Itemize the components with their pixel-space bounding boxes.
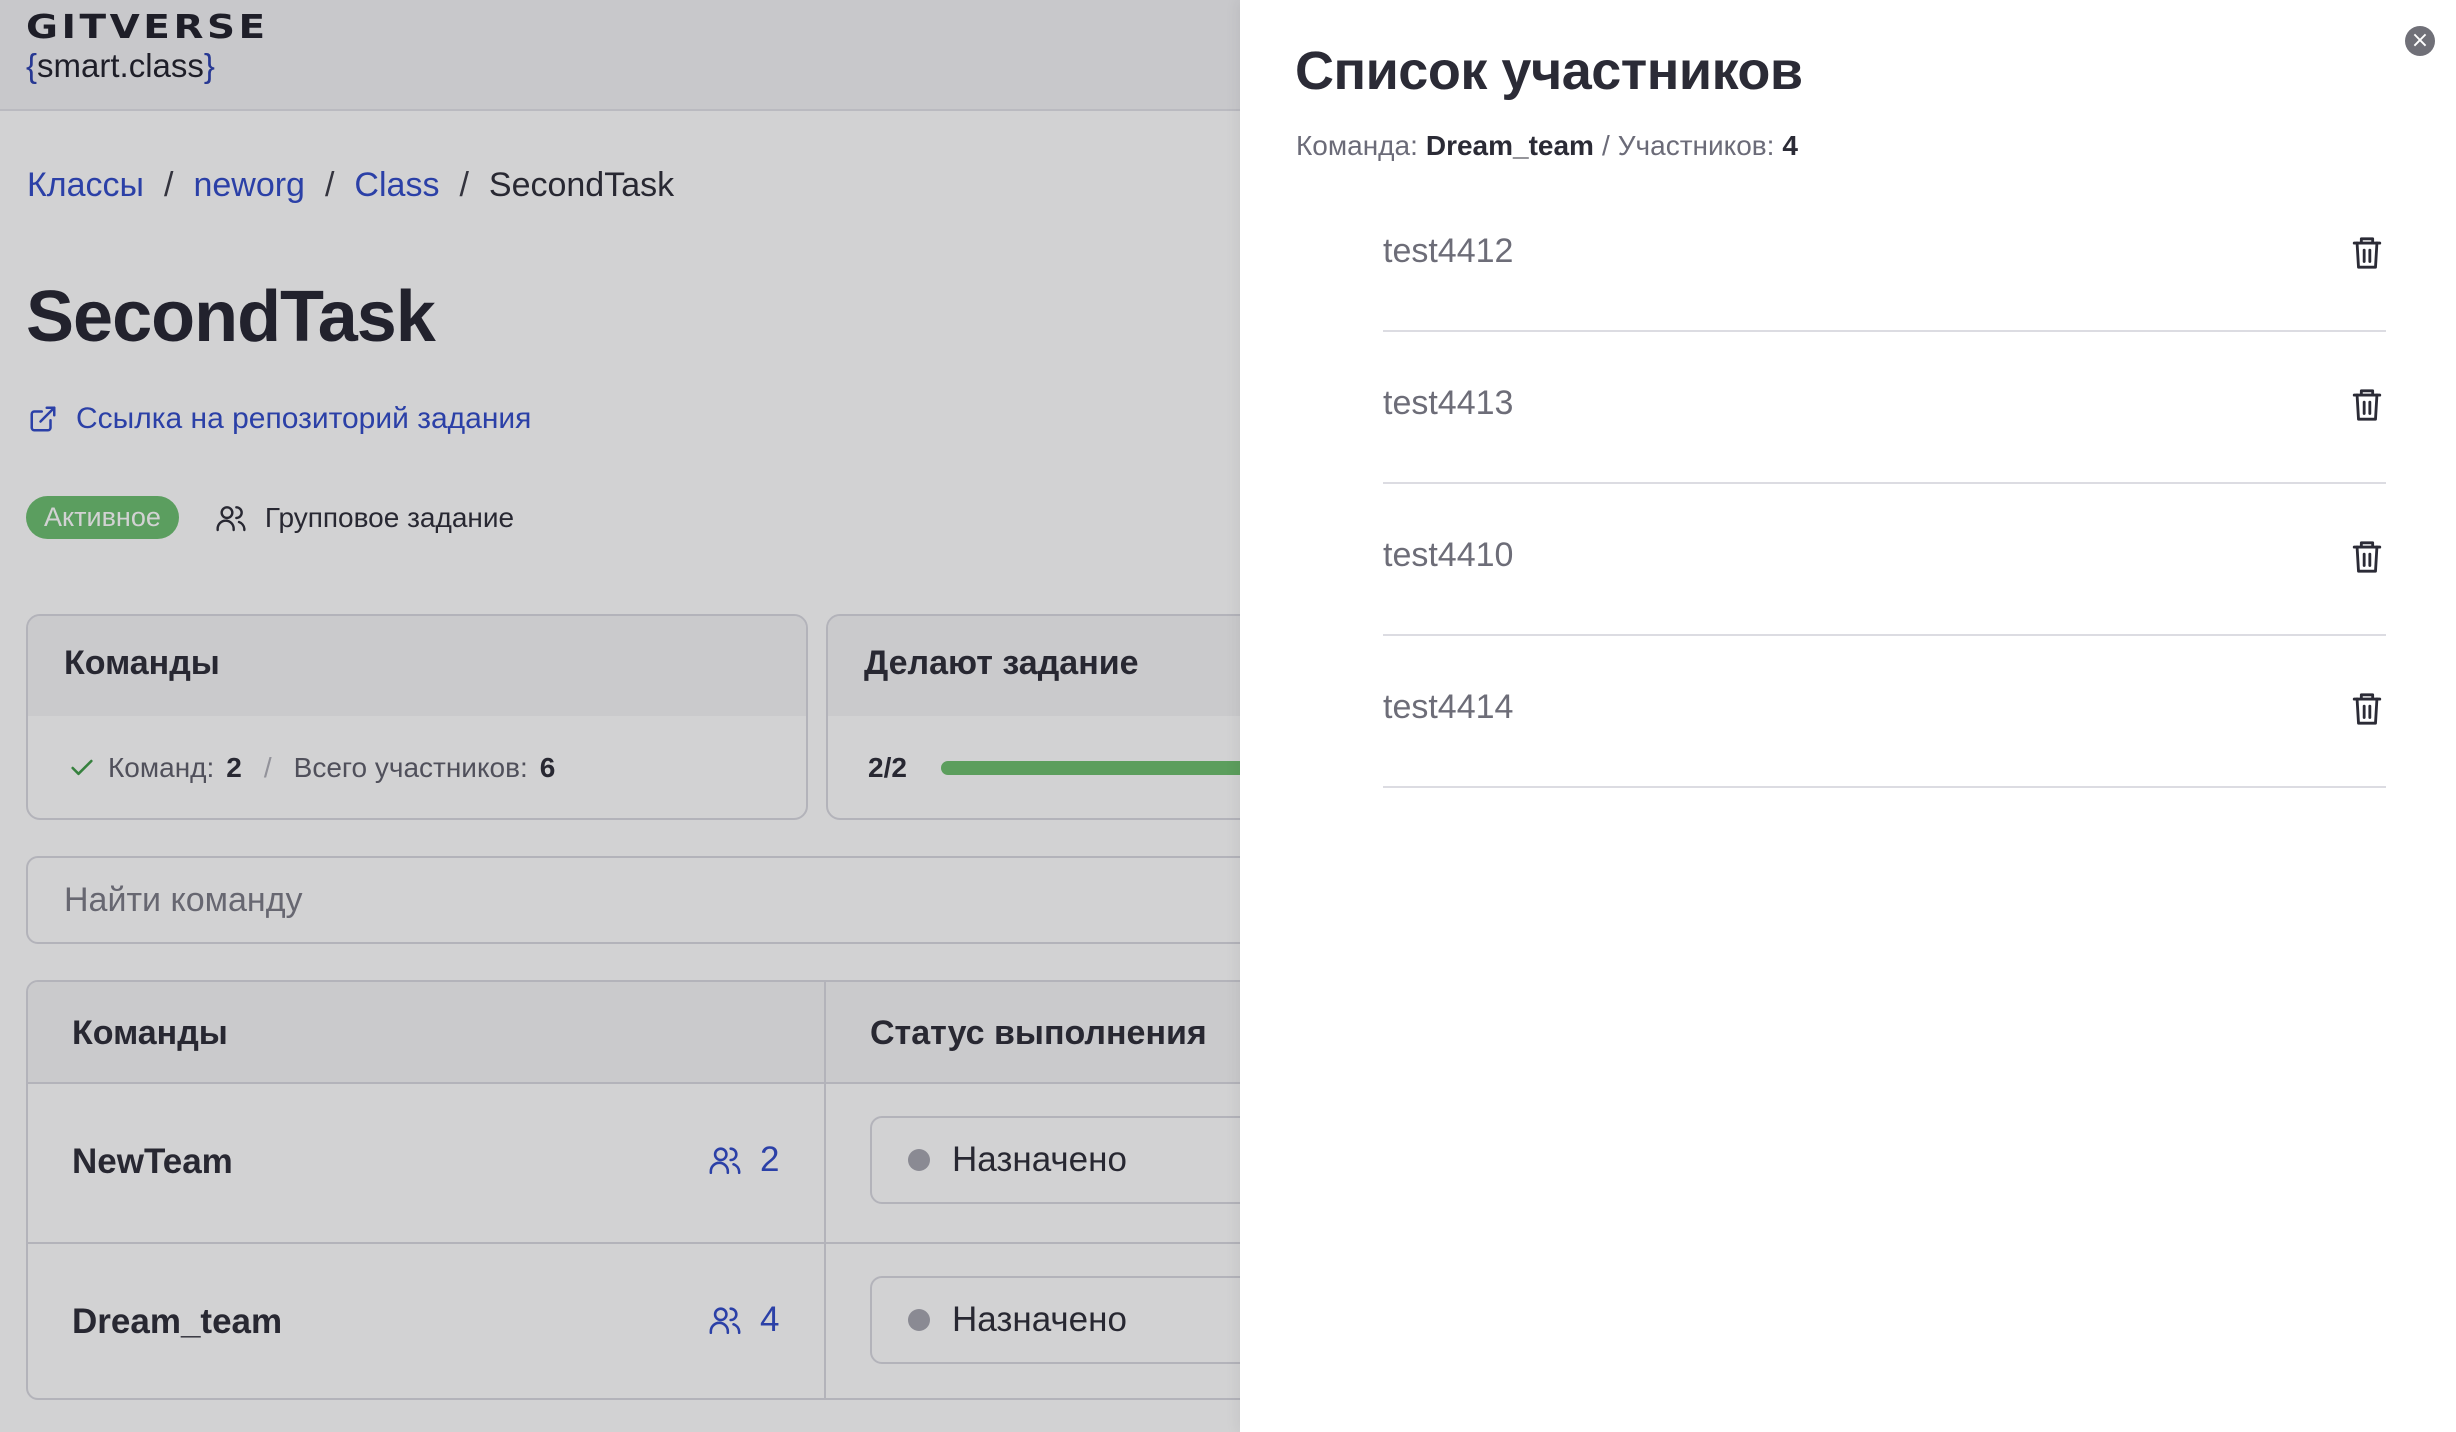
- member-name: test4410: [1383, 536, 1514, 574]
- member-item: test4410: [1383, 484, 2386, 636]
- trash-icon[interactable]: [2350, 386, 2384, 424]
- trash-icon[interactable]: [2350, 538, 2384, 576]
- drawer-team-value: Dream_team: [1425, 130, 1594, 161]
- trash-icon[interactable]: [2350, 234, 2384, 272]
- member-name: test4412: [1383, 232, 1514, 270]
- drawer-team-label: Команда:: [1296, 130, 1418, 161]
- close-icon[interactable]: ×: [2405, 26, 2435, 56]
- member-item: test4414: [1383, 636, 2386, 788]
- trash-icon[interactable]: [2350, 690, 2384, 728]
- drawer-count-value: 4: [1782, 130, 1798, 161]
- drawer-count-label: Участников:: [1617, 130, 1775, 161]
- drawer-separator: /: [1601, 130, 1610, 161]
- member-name: test4413: [1383, 384, 1514, 422]
- member-name: test4414: [1383, 688, 1514, 726]
- member-item: test4413: [1383, 332, 2386, 484]
- member-item: test4412: [1383, 180, 2386, 332]
- drawer-subtitle: Команда: Dream_team / Участников: 4: [1296, 130, 1798, 162]
- drawer-title: Список участников: [1295, 41, 1803, 101]
